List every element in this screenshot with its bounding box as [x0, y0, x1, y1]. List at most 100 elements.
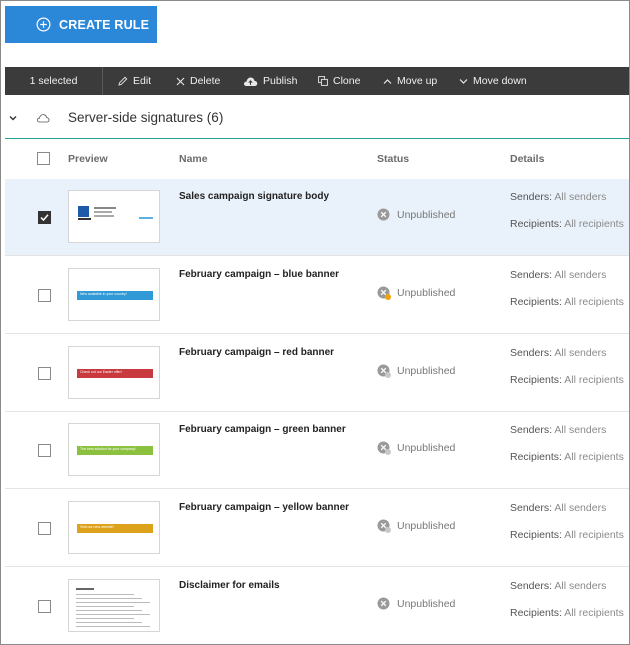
- preview-thumbnail[interactable]: [68, 190, 160, 243]
- command-toolbar: 1 selected Edit Delete Publish Clone Mov…: [5, 67, 629, 95]
- cloud-upload-icon: [243, 77, 258, 86]
- select-all-checkbox[interactable]: [37, 152, 50, 165]
- rules-page: CREATE RULE 1 selected Edit Delete Publi…: [0, 0, 630, 645]
- senders-value: All senders: [554, 424, 607, 437]
- status-cell: Unpublished: [377, 597, 455, 611]
- senders-detail: Senders: All senders: [510, 580, 606, 592]
- recipients-label: Recipients:: [510, 295, 562, 308]
- senders-label: Senders:: [510, 502, 553, 515]
- senders-detail: Senders: All senders: [510, 347, 606, 359]
- rule-name[interactable]: February campaign – blue banner: [179, 269, 339, 280]
- recipients-detail: Recipients: All recipients: [510, 218, 624, 230]
- recipients-label: Recipients:: [510, 218, 562, 230]
- banner-text: New available in your country!: [80, 291, 127, 296]
- status-text: Unpublished: [397, 286, 456, 299]
- clone-button[interactable]: Clone: [318, 67, 360, 95]
- recipients-value: All recipients: [564, 295, 624, 308]
- recipients-label: Recipients:: [510, 607, 562, 619]
- clone-icon: [318, 76, 328, 86]
- banner-preview: The best solution for your company!: [77, 446, 153, 456]
- group-header: Server-side signatures (6): [5, 101, 629, 139]
- recipients-value: All recipients: [564, 218, 624, 230]
- banner-preview: Visit our new website!: [77, 524, 153, 534]
- rule-name[interactable]: Disclaimer for emails: [179, 580, 280, 591]
- table-row[interactable]: Check out our Easter offer! February camp…: [5, 335, 629, 412]
- status-cell: Unpublished: [377, 519, 456, 534]
- create-rule-button[interactable]: CREATE RULE: [5, 6, 157, 43]
- rule-name[interactable]: February campaign – yellow banner: [179, 502, 349, 513]
- clone-label: Clone: [333, 75, 361, 87]
- rule-name[interactable]: February campaign – green banner: [179, 424, 346, 435]
- publish-button[interactable]: Publish: [243, 67, 297, 95]
- recipients-value: All recipients: [564, 529, 624, 542]
- checkmark-icon: [40, 214, 49, 222]
- banner-text: The best solution for your company!: [80, 447, 136, 452]
- table-row[interactable]: Disclaimer for emails Unpublished Senders:…: [5, 568, 629, 644]
- preview-thumbnail[interactable]: New available in your country!: [68, 267, 160, 321]
- row-checkbox[interactable]: [38, 444, 51, 458]
- column-preview[interactable]: Preview: [68, 153, 108, 165]
- preview-thumbnail[interactable]: [68, 579, 160, 632]
- preview-thumbnail[interactable]: The best solution for your company!: [68, 423, 160, 477]
- edit-label: Edit: [133, 75, 152, 87]
- cloud-icon: [36, 114, 50, 123]
- senders-detail: Senders: All senders: [510, 502, 606, 514]
- recipients-value: All recipients: [564, 373, 624, 386]
- unpublished-icon: [377, 597, 390, 610]
- recipients-detail: Recipients: All recipients: [510, 529, 624, 541]
- publish-label: Publish: [263, 75, 298, 87]
- banner-preview: Check out our Easter offer!: [77, 368, 153, 378]
- status-text: Unpublished: [397, 520, 456, 533]
- edit-button[interactable]: Edit: [118, 67, 151, 95]
- row-checkbox[interactable]: [38, 288, 51, 302]
- row-checkbox[interactable]: [38, 600, 51, 613]
- recipients-value: All recipients: [564, 451, 624, 464]
- logo-icon: [78, 206, 89, 217]
- senders-label: Senders:: [510, 191, 553, 203]
- senders-detail: Senders: All senders: [510, 269, 606, 281]
- recipients-detail: Recipients: All recipients: [510, 296, 624, 308]
- status-cell: Unpublished: [377, 208, 455, 222]
- unpublished-icon: [377, 208, 390, 221]
- move-up-button[interactable]: Move up: [383, 67, 437, 95]
- plus-circle-icon: [36, 17, 51, 32]
- unpublished-icon: [377, 441, 391, 456]
- chevron-down-icon[interactable]: [8, 113, 18, 123]
- row-checkbox[interactable]: [38, 366, 51, 380]
- rule-name[interactable]: Sales campaign signature body: [179, 191, 329, 202]
- preview-thumbnail[interactable]: Visit our new website!: [68, 501, 160, 555]
- row-checkbox[interactable]: [38, 522, 51, 536]
- table-row[interactable]: Visit our new website! February campaign …: [5, 490, 629, 568]
- recipients-detail: Recipients: All recipients: [510, 607, 624, 619]
- close-icon: [176, 77, 185, 85]
- status-cell: Unpublished: [377, 286, 455, 300]
- status-text: Unpublished: [397, 364, 456, 377]
- status-text: Unpublished: [397, 598, 456, 610]
- preview-thumbnail[interactable]: Check out our Easter offer!: [68, 345, 160, 399]
- table-row[interactable]: The best solution for your company! Febru…: [5, 412, 629, 490]
- recipients-detail: Recipients: All recipients: [510, 451, 624, 463]
- row-checkbox[interactable]: [38, 211, 51, 224]
- delete-button[interactable]: Delete: [176, 67, 220, 95]
- recipients-label: Recipients:: [510, 529, 562, 542]
- senders-label: Senders:: [510, 424, 553, 437]
- table-row[interactable]: Sales campaign signature body Unpublished…: [5, 179, 629, 256]
- status-text: Unpublished: [397, 209, 456, 221]
- rule-name[interactable]: February campaign – red banner: [179, 347, 334, 358]
- unpublished-icon: [377, 519, 391, 534]
- chevron-up-icon: [383, 78, 392, 84]
- unpublished-icon: [377, 364, 391, 378]
- delete-label: Delete: [190, 75, 221, 87]
- column-status[interactable]: Status: [377, 153, 409, 165]
- senders-value: All senders: [554, 268, 607, 281]
- senders-detail: Senders: All senders: [510, 424, 606, 436]
- banner-text: Visit our new website!: [80, 525, 114, 530]
- recipients-label: Recipients:: [510, 451, 562, 464]
- column-details[interactable]: Details: [510, 153, 544, 165]
- column-name[interactable]: Name: [179, 153, 208, 165]
- column-header-row: Preview Name Status Details: [5, 140, 629, 178]
- table-row[interactable]: New available in your country! February c…: [5, 257, 629, 334]
- senders-label: Senders:: [510, 268, 553, 281]
- move-down-button[interactable]: Move down: [459, 67, 527, 95]
- senders-value: All senders: [554, 346, 607, 359]
